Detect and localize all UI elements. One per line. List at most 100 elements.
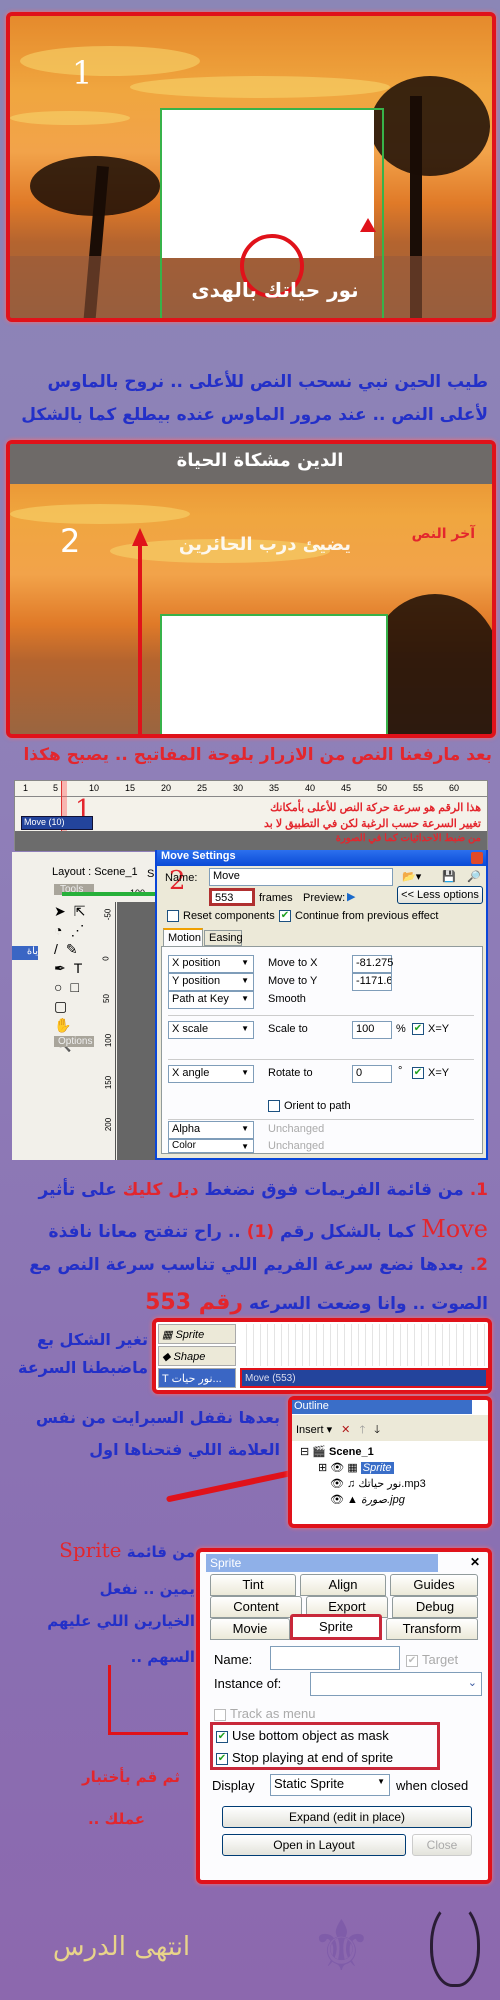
layout-tab-2[interactable]: S [147, 868, 154, 880]
red-arrow-icon [165, 1467, 305, 1503]
up-arrow-icon [360, 218, 376, 232]
subselect-tool-icon[interactable]: ⇱ [74, 903, 94, 919]
ellipse-tool-icon[interactable]: ○ [54, 979, 70, 995]
tab-sprite[interactable]: Sprite [290, 1614, 382, 1640]
fleur-de-lis-icon: ⚜ [310, 1905, 373, 1987]
scale-input[interactable]: 100 [352, 1021, 392, 1039]
rectangle-tool-icon[interactable]: □ [70, 979, 86, 995]
move-to-y-input[interactable]: -1171.65 [352, 973, 392, 991]
preview-label: Preview: [303, 892, 346, 904]
text-tool-icon[interactable]: T [74, 960, 91, 976]
color-select[interactable]: Color [168, 1139, 254, 1153]
stage-canvas[interactable] [117, 902, 157, 1160]
headline: بعد مارفعنا النص من الازرار بلوحة المفات… [23, 745, 492, 765]
close-icon[interactable]: ✕ [470, 1555, 480, 1569]
less-options-button[interactable]: << Less options [397, 886, 483, 904]
move-down-icon[interactable]: 🡓 [374, 1424, 380, 1436]
open-in-layout-button[interactable]: Open in Layout [222, 1834, 406, 1856]
rotate-xy-checkbox[interactable]: ✔ X=Y [412, 1067, 449, 1080]
tab-movie[interactable]: Movie [210, 1618, 290, 1640]
move-up-icon[interactable]: 🡑 [359, 1424, 365, 1436]
tree-node-image[interactable]: 👁 ▲ صورة.jpg [300, 1492, 426, 1508]
chevron-down-icon: ⌄ [467, 1677, 477, 1689]
dropdown-icon[interactable]: ▾ [327, 1424, 333, 1436]
layout-panel: ياة Layout : Scene_1 S Tools ➤⇱ ◔⋰ /✎ ✒T… [12, 852, 172, 1160]
tree-node-audio[interactable]: 👁 ♫ نور حياتك.mp3 [300, 1476, 426, 1492]
tick-label: 55 [413, 783, 424, 793]
tab-debug[interactable]: Debug [392, 1596, 478, 1618]
name-label: Name: [165, 872, 198, 884]
collapse-icon: ⊟ [300, 1446, 310, 1458]
path-select[interactable]: Path at Key [168, 991, 254, 1009]
preview-settings-icon[interactable]: 🔎 [467, 870, 481, 883]
tab-guides[interactable]: Guides [390, 1574, 478, 1596]
pen-tool-icon[interactable]: ✒ [54, 960, 74, 976]
move-to-x-input[interactable]: -81.275 [352, 955, 393, 973]
x-angle-select[interactable]: X angle [168, 1065, 254, 1083]
tab-content[interactable]: Content [210, 1596, 302, 1618]
close-icon[interactable] [471, 852, 483, 864]
lasso-tool-icon[interactable]: ◔ [54, 922, 70, 938]
continue-previous-checkbox[interactable]: ✔ Continue from previous effect [279, 910, 438, 923]
tab-transform[interactable]: Transform [386, 1618, 478, 1640]
rotate-input[interactable]: 0 [352, 1065, 392, 1083]
tick-label: 30 [233, 783, 244, 793]
orient-to-path-checkbox[interactable]: Orient to path [268, 1100, 351, 1113]
insert-menu[interactable]: Insert [296, 1424, 324, 1436]
rounded-rect-tool-icon[interactable]: ▢ [54, 998, 75, 1014]
tab-align[interactable]: Align [300, 1574, 386, 1596]
line-tool-icon[interactable]: / [54, 941, 66, 957]
text-caption: يضيئ درب الحائرين [178, 534, 352, 555]
arrow-tool-icon[interactable]: ➤ [54, 903, 74, 919]
scale-xy-checkbox[interactable]: ✔ X=Y [412, 1023, 449, 1036]
layer-shape[interactable]: ◆ Shape [158, 1346, 236, 1366]
display-select[interactable]: Static Sprite [270, 1774, 390, 1796]
expand-button[interactable]: Expand (edit in place) [222, 1806, 472, 1828]
transform-tool-icon[interactable]: ⋰ [70, 922, 92, 938]
red-arrow-icon [108, 1665, 188, 1735]
sprite-name-input[interactable] [270, 1646, 400, 1670]
sprite-side-text-1: من قائمة Sprite [59, 1538, 195, 1562]
shape-icon: ◆ [162, 1351, 174, 1363]
save-icon[interactable]: 💾 [442, 870, 456, 883]
x-position-select[interactable]: X position [168, 955, 254, 973]
layer-list-item[interactable]: ياة [12, 946, 38, 960]
timeline[interactable]: 1 5 10 15 20 25 30 35 40 45 50 55 60 1 M… [14, 780, 488, 851]
y-position-select[interactable]: Y position [168, 973, 254, 991]
eye-icon: 👁 [330, 1462, 345, 1474]
frames-input[interactable]: 553 [209, 888, 255, 906]
tab-motion[interactable]: Motion [163, 928, 203, 946]
use-mask-checkbox[interactable]: ✔ Use bottom object as mask [216, 1728, 389, 1743]
tree-node-sprite[interactable]: ⊞ 👁 ▦ Sprite [300, 1460, 426, 1476]
tree-node-scene[interactable]: ⊟ 🎬 Scene_1 [300, 1444, 426, 1460]
preview-play-icon[interactable]: ▶ [347, 890, 355, 903]
sprite-side-text-5: ثم قم بأختبار [81, 1768, 180, 1786]
layer-text[interactable]: T نور حيات... [158, 1368, 236, 1388]
tick-label: 10 [89, 783, 100, 793]
layer-timeline-strip[interactable]: ▦ Sprite ◆ Shape T نور حيات... Move (553… [152, 1318, 492, 1394]
move-clip[interactable]: Move (10) [21, 816, 93, 830]
layer-sprite[interactable]: ▦ Sprite [158, 1324, 236, 1344]
annotation-text: آخر النص [411, 526, 475, 542]
move-clip[interactable]: Move (553) [240, 1368, 488, 1388]
tick-label: 1 [23, 783, 29, 793]
text-bounding-box[interactable] [160, 614, 388, 734]
alpha-select[interactable]: Alpha [168, 1121, 254, 1139]
layout-tab[interactable]: Layout : Scene_1 [52, 866, 138, 878]
tab-easing[interactable]: Easing [204, 930, 243, 946]
tab-tint[interactable]: Tint [210, 1574, 296, 1596]
pencil-tool-icon[interactable]: ✎ [66, 941, 86, 957]
sunset-image-panel-2: الدين مشكاة الحياة 2 يضيئ درب الحائرين آ… [6, 440, 496, 738]
tick-label: 20 [161, 783, 172, 793]
open-folder-icon[interactable]: 📂▾ [402, 870, 421, 883]
sprite-side-text-6: عملك .. [87, 1810, 145, 1828]
target-checkbox: ✔ Target [406, 1652, 459, 1667]
hand-tool-icon[interactable]: ✋ [54, 1017, 79, 1033]
stop-playing-checkbox[interactable]: ✔ Stop playing at end of sprite [216, 1750, 393, 1765]
name-input[interactable]: Move [209, 868, 393, 886]
reset-components-checkbox[interactable]: Reset components [167, 910, 275, 923]
delete-icon[interactable]: ✕ [341, 1424, 350, 1436]
instance-select[interactable]: ⌄ [310, 1672, 482, 1696]
track-as-menu-checkbox: Track as menu [214, 1706, 316, 1721]
x-scale-select[interactable]: X scale [168, 1021, 254, 1039]
